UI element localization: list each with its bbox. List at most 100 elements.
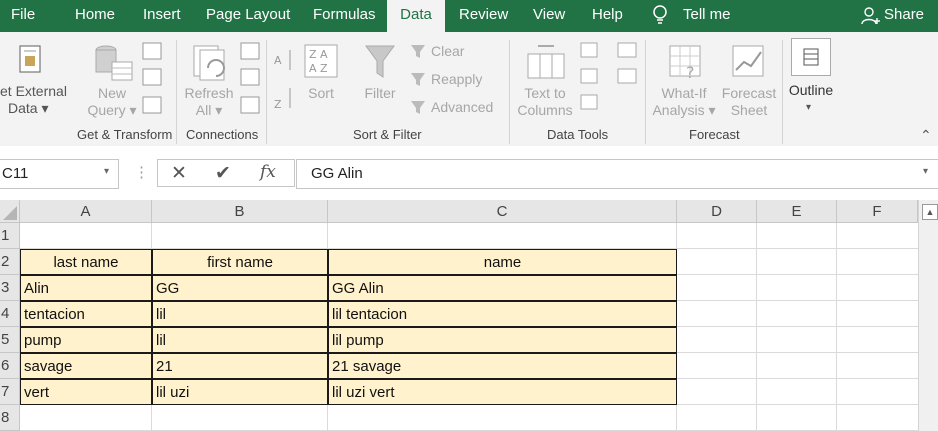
get-external-data-label-1: et External: [0, 83, 67, 99]
sort-icon: Z A A Z: [304, 44, 338, 78]
row-header-8[interactable]: 8: [0, 405, 20, 431]
tab-page-layout[interactable]: Page Layout: [206, 0, 290, 32]
vertical-scrollbar[interactable]: ▲: [918, 200, 938, 431]
scroll-up-icon[interactable]: ▲: [922, 204, 938, 220]
refresh-all-label-2: All ▾: [195, 102, 223, 118]
tell-me-search[interactable]: Tell me: [683, 0, 731, 32]
text-to-columns-label-2: Columns: [517, 102, 573, 118]
row-header-6[interactable]: 6: [0, 353, 20, 379]
column-header-a[interactable]: A: [20, 200, 152, 223]
row-header-7[interactable]: 7: [0, 379, 20, 405]
svg-text:Z A: Z A: [309, 48, 328, 61]
group-separator: [266, 40, 267, 144]
column-header-b[interactable]: B: [152, 200, 328, 223]
clear-reapply-advanced-icons: [411, 45, 425, 114]
reapply-filter-button[interactable]: Reapply: [431, 71, 482, 88]
group-label-sort-filter: Sort & Filter: [353, 127, 422, 142]
svg-text:?: ?: [686, 63, 695, 80]
formula-input[interactable]: GG Alin ▾: [296, 159, 938, 189]
table-cell[interactable]: GG: [152, 275, 328, 301]
column-header-f[interactable]: F: [837, 200, 918, 223]
svg-text:A: A: [274, 54, 282, 67]
outline-button[interactable]: Outline: [785, 82, 837, 99]
formula-bar-grip: ⋮: [134, 164, 149, 181]
outline-icon-frame: [791, 38, 831, 76]
share-button[interactable]: Share: [884, 0, 924, 32]
row-header-1[interactable]: 1: [0, 223, 20, 249]
svg-text:A Z: A Z: [309, 62, 328, 75]
row-header-3[interactable]: 3: [0, 275, 20, 301]
group-label-data-tools: Data Tools: [547, 127, 609, 142]
tab-formulas[interactable]: Formulas: [313, 0, 376, 32]
expand-formula-icon[interactable]: ▾: [923, 166, 928, 177]
table-cell[interactable]: Alin: [20, 275, 152, 301]
table-cell[interactable]: lil tentacion: [328, 301, 677, 327]
filter-button[interactable]: Filter: [361, 85, 399, 102]
table-cell[interactable]: savage: [20, 353, 152, 379]
svg-text:Z: Z: [274, 98, 282, 111]
refresh-all-button[interactable]: Refresh All ▾: [182, 85, 236, 119]
forecast-sheet-button[interactable]: Forecast Sheet: [718, 85, 780, 119]
group-label-connections: Connections: [186, 127, 259, 142]
table-cell[interactable]: lil: [152, 327, 328, 353]
filter-funnel-icon: [365, 45, 395, 78]
table-cell[interactable]: pump: [20, 327, 152, 353]
header-cell-first-name[interactable]: first name: [152, 249, 328, 275]
outline-dropdown-arrow[interactable]: ▾: [806, 102, 811, 113]
tab-view[interactable]: View: [533, 0, 565, 32]
header-cell-last-name[interactable]: last name: [20, 249, 152, 275]
group-label-forecast: Forecast: [689, 127, 740, 142]
table-cell[interactable]: lil uzi vert: [328, 379, 677, 405]
table-cell[interactable]: lil: [152, 301, 328, 327]
sort-button[interactable]: Sort: [304, 85, 338, 102]
column-header-c[interactable]: C: [328, 200, 677, 223]
name-box[interactable]: C11 ▾: [0, 159, 119, 189]
forecast-sheet-label-2: Sheet: [730, 102, 768, 118]
sort-az-icon: A Z: [274, 50, 291, 111]
row-header-4[interactable]: 4: [0, 301, 20, 327]
table-cell[interactable]: 21 savage: [328, 353, 677, 379]
advanced-filter-button[interactable]: Advanced: [431, 99, 493, 116]
refresh-all-icon: [193, 45, 225, 81]
tab-help[interactable]: Help: [592, 0, 623, 32]
tab-review[interactable]: Review: [459, 0, 508, 32]
get-external-data-button[interactable]: et External Data ▾: [0, 83, 67, 117]
column-header-d[interactable]: D: [677, 200, 757, 223]
clear-filter-button[interactable]: Clear: [431, 43, 464, 60]
table-cell[interactable]: tentacion: [20, 301, 152, 327]
formula-text: GG Alin: [311, 165, 363, 182]
row-header-2[interactable]: 2: [0, 249, 20, 275]
table-cell[interactable]: 21: [152, 353, 328, 379]
tab-home[interactable]: Home: [75, 0, 115, 32]
tab-insert[interactable]: Insert: [143, 0, 181, 32]
cancel-icon[interactable]: ✕: [171, 162, 187, 185]
query-small-icons: [142, 42, 162, 114]
text-to-columns-button[interactable]: Text to Columns: [514, 85, 576, 119]
connections-small-icons: [240, 42, 260, 114]
forecast-sheet-label-1: Forecast: [721, 85, 777, 101]
group-separator: [509, 40, 510, 144]
outline-icon: [803, 48, 819, 66]
table-cell[interactable]: GG Alin: [328, 275, 677, 301]
new-query-label-2: Query ▾: [87, 102, 137, 118]
new-query-button[interactable]: New Query ▾: [87, 85, 137, 119]
insert-function-icon[interactable]: fx: [260, 162, 276, 182]
group-separator: [645, 40, 646, 144]
header-cell-name[interactable]: name: [328, 249, 677, 275]
select-all-corner[interactable]: [0, 200, 20, 223]
column-header-e[interactable]: E: [757, 200, 837, 223]
enter-check-icon[interactable]: ✔: [215, 162, 231, 185]
get-external-data-label-2: Data ▾: [8, 100, 49, 116]
new-query-label-1: New: [97, 85, 126, 101]
table-cell[interactable]: vert: [20, 379, 152, 405]
tab-file[interactable]: File: [11, 0, 35, 32]
table-cell[interactable]: lil pump: [328, 327, 677, 353]
collapse-ribbon-icon[interactable]: ⌃: [920, 127, 932, 144]
table-cell[interactable]: lil uzi: [152, 379, 328, 405]
chevron-down-icon[interactable]: ▾: [104, 166, 109, 177]
tab-data[interactable]: Data: [387, 0, 445, 32]
ribbon-tab-bar: File Home Insert Page Layout Formulas Da…: [0, 0, 938, 32]
what-if-analysis-button[interactable]: What-If Analysis ▾: [652, 85, 716, 119]
data-tools-small-icons: [580, 42, 637, 110]
row-header-5[interactable]: 5: [0, 327, 20, 353]
